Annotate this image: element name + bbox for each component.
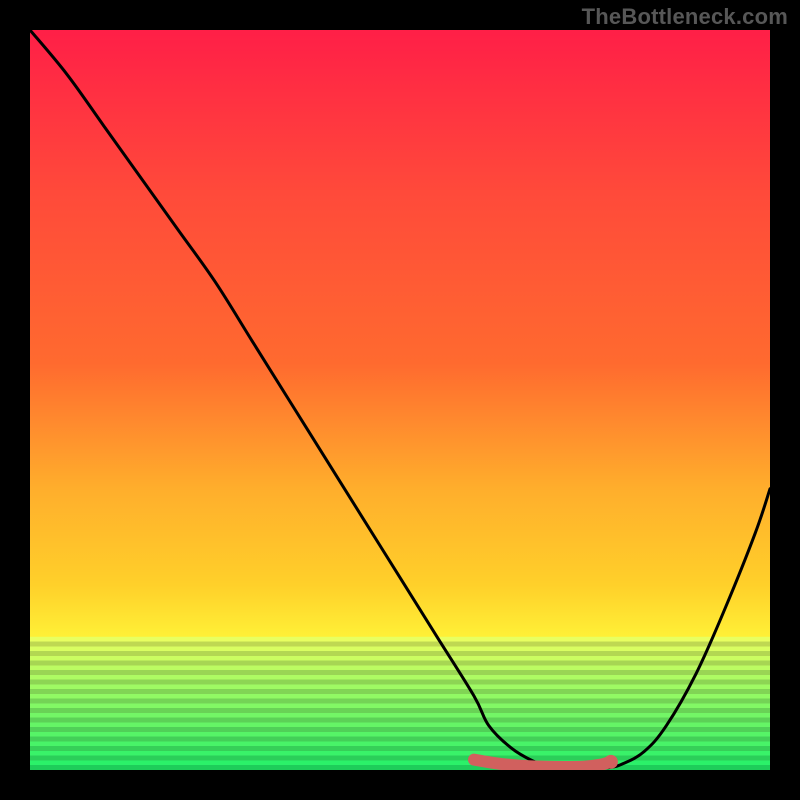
bottleneck-curve bbox=[30, 30, 770, 769]
watermark-text: TheBottleneck.com bbox=[582, 4, 788, 30]
highlight-segment bbox=[474, 760, 611, 767]
curve-layer bbox=[30, 30, 770, 770]
highlight-point bbox=[604, 755, 618, 769]
chart-frame: TheBottleneck.com bbox=[0, 0, 800, 800]
plot-area bbox=[30, 30, 770, 770]
